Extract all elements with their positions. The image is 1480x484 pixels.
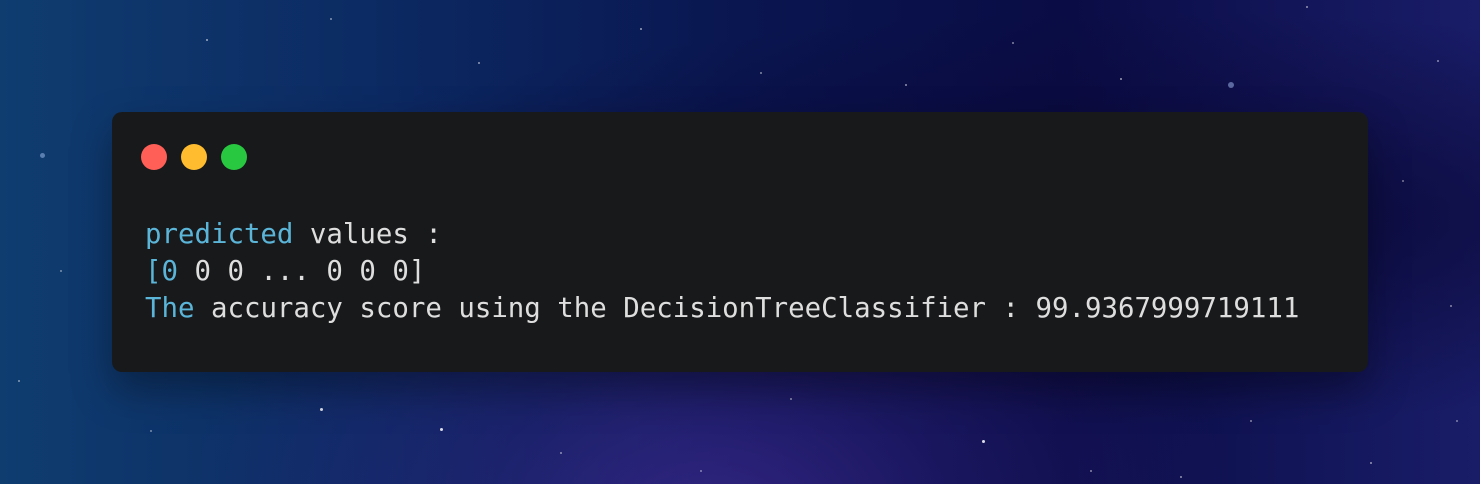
star xyxy=(1228,82,1234,88)
minimize-button[interactable] xyxy=(181,144,207,170)
star xyxy=(560,452,562,454)
star xyxy=(905,84,907,86)
maximize-button[interactable] xyxy=(221,144,247,170)
star xyxy=(478,62,480,64)
array-values: 0 0 ... 0 0 0] xyxy=(177,256,426,287)
star xyxy=(330,18,332,20)
window-controls xyxy=(141,144,247,170)
star xyxy=(1306,6,1308,8)
star xyxy=(1370,462,1372,464)
keyword-predicted: predicted xyxy=(145,219,294,250)
star xyxy=(150,430,152,432)
star xyxy=(60,270,62,272)
star xyxy=(982,440,985,443)
star xyxy=(790,398,792,400)
star xyxy=(1180,476,1182,478)
accuracy-score-text: accuracy score using the DecisionTreeCla… xyxy=(194,293,1300,324)
star xyxy=(1120,78,1122,80)
predicted-values-label: values : xyxy=(293,219,442,250)
star xyxy=(1456,420,1458,422)
close-button[interactable] xyxy=(141,144,167,170)
array-open: [0 xyxy=(145,256,178,287)
star xyxy=(1090,470,1092,472)
output-line-array: [0 0 0 ... 0 0 0] xyxy=(145,253,1299,290)
star xyxy=(760,72,762,74)
output-line-accuracy: The accuracy score using the DecisionTre… xyxy=(145,290,1299,327)
star xyxy=(1012,42,1014,44)
output-line-predicted: predicted values : xyxy=(145,216,1299,253)
star xyxy=(1402,180,1404,182)
star xyxy=(320,408,323,411)
star xyxy=(18,380,20,382)
star xyxy=(440,428,443,431)
terminal-window: predicted values : [0 0 0 ... 0 0 0] The a… xyxy=(112,112,1368,372)
star xyxy=(1250,420,1252,422)
star xyxy=(1437,60,1439,62)
star xyxy=(700,470,702,472)
star xyxy=(640,28,642,30)
star xyxy=(206,39,208,41)
star xyxy=(40,153,45,158)
keyword-the: The xyxy=(145,293,195,324)
star xyxy=(1450,305,1452,307)
terminal-output: predicted values : [0 0 0 ... 0 0 0] The a… xyxy=(145,216,1299,327)
